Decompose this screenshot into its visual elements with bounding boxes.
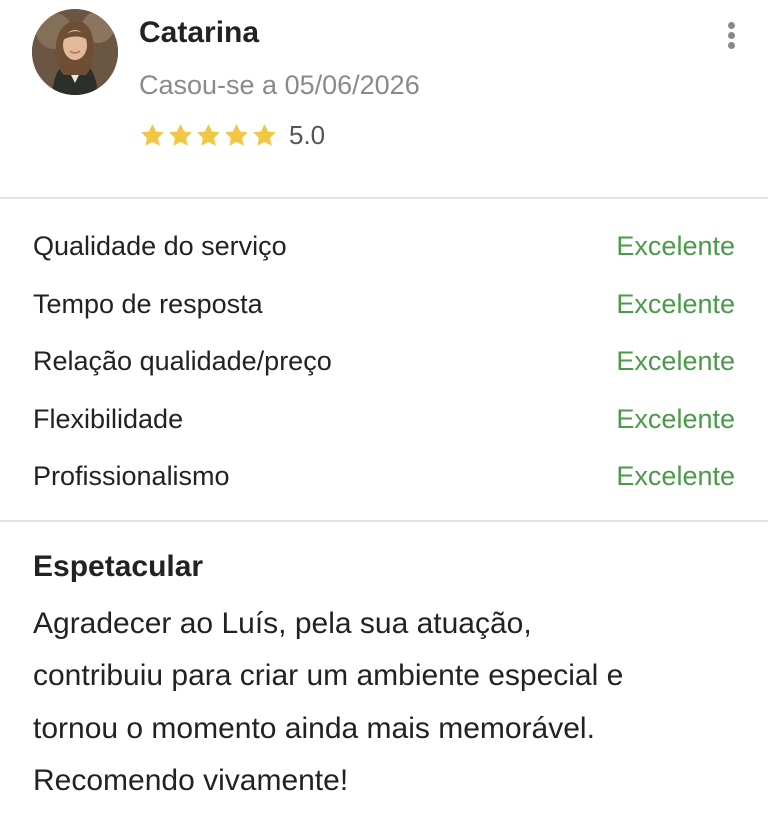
review-text-line: Recomendo vivamente! — [33, 764, 349, 797]
star-icon — [169, 124, 192, 146]
rating-row-value: Relação qualidade/preço Excelente — [0, 333, 768, 391]
rating-row-professionalism: Profissionalismo Excelente — [0, 448, 768, 506]
rating-label: Relação qualidade/preço — [33, 346, 332, 377]
rating-label: Flexibilidade — [33, 403, 184, 434]
review-title: Espetacular — [33, 549, 204, 583]
rating-row-response-time: Tempo de resposta Excelente — [0, 276, 768, 334]
reviewer-name: Catarina — [139, 16, 260, 49]
more-vertical-icon — [728, 32, 735, 39]
overall-rating: 5.0 — [139, 120, 325, 151]
review-text-line: contribuiu para criar um ambiente especi… — [33, 659, 624, 692]
more-options-button[interactable] — [718, 20, 746, 52]
rating-row-quality: Qualidade do serviço Excelente — [0, 218, 768, 276]
star-icon — [197, 124, 220, 146]
star-icon — [141, 124, 164, 146]
rating-label: Tempo de resposta — [33, 288, 263, 319]
more-vertical-icon — [728, 22, 735, 29]
rating-score: Excelente — [616, 346, 735, 377]
user-photo-icon — [32, 9, 118, 95]
rating-row-flexibility: Flexibilidade Excelente — [0, 391, 768, 449]
rating-value: 5.0 — [289, 120, 326, 150]
category-ratings: Qualidade do serviço Excelente Tempo de … — [0, 199, 768, 520]
rating-score: Excelente — [616, 461, 735, 492]
rating-label: Profissionalismo — [33, 461, 230, 492]
review-header: Catarina Casou-se a 05/06/2026 5.0 — [0, 0, 768, 197]
review-text-line: Agradecer ao Luís, pela sua atuação, — [33, 606, 532, 640]
review-text: Agradecer ao Luís, pela sua atuação, con… — [33, 598, 735, 808]
wedding-date: Casou-se a 05/06/2026 — [139, 70, 420, 100]
avatar[interactable] — [32, 9, 118, 95]
rating-label: Qualidade do serviço — [33, 231, 287, 262]
review-content: Espetacular Agradecer ao Luís, pela sua … — [0, 522, 768, 808]
rating-score: Excelente — [616, 231, 735, 262]
star-rating — [139, 122, 278, 149]
star-icon — [225, 124, 248, 146]
rating-score: Excelente — [616, 288, 735, 319]
rating-score: Excelente — [616, 403, 735, 434]
review-text-line: tornou o momento ainda mais memorável. — [33, 711, 595, 745]
more-vertical-icon — [728, 42, 735, 49]
star-icon — [253, 124, 276, 146]
